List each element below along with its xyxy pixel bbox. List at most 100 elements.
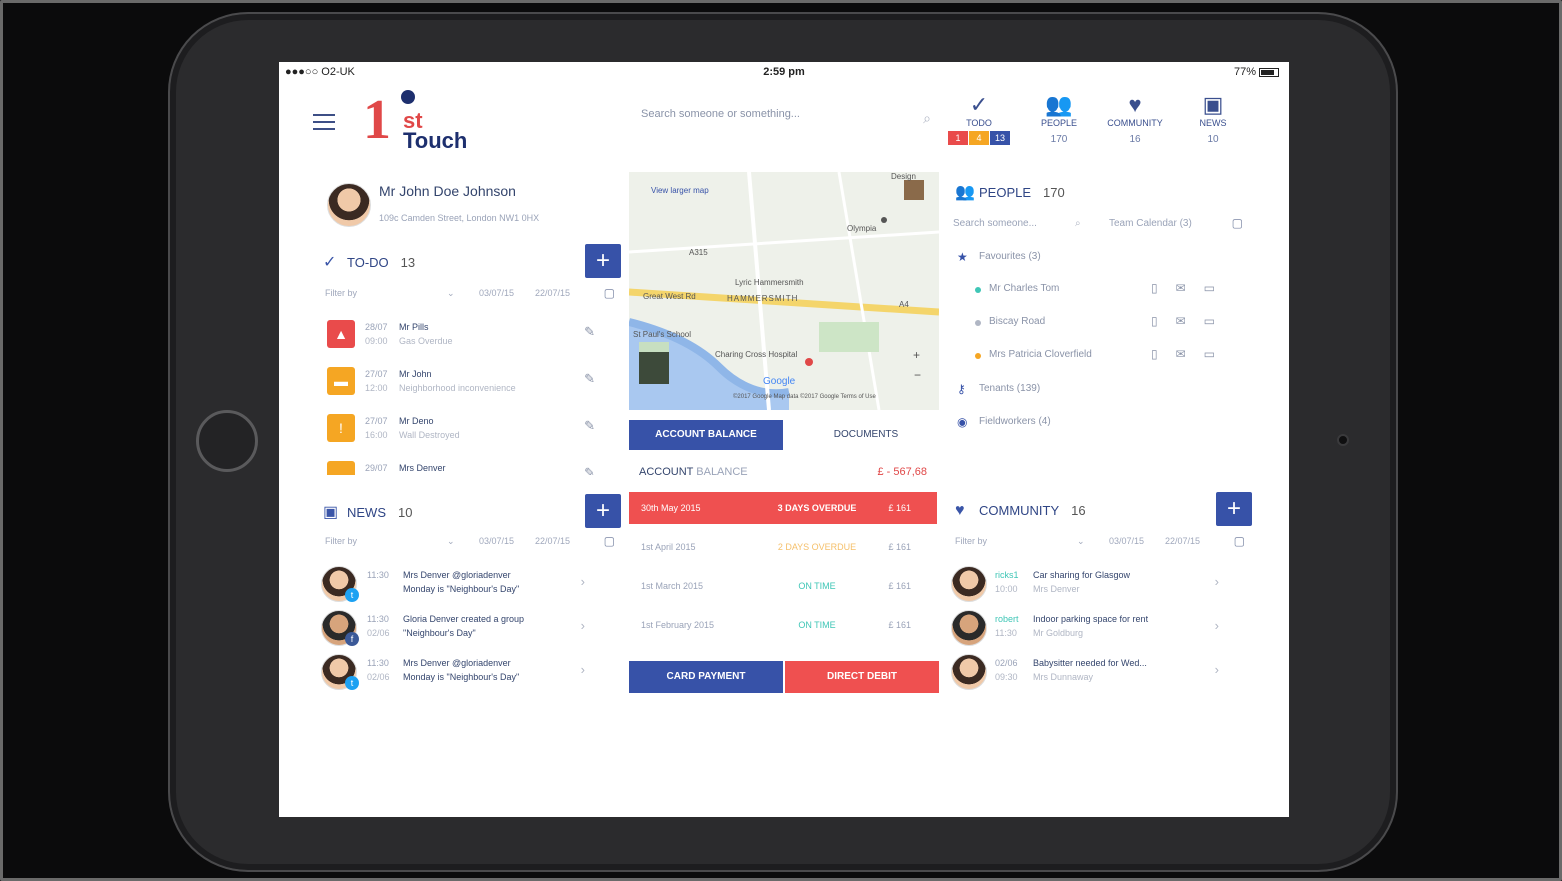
tab-documents[interactable]: DOCUMENTS xyxy=(793,420,939,450)
nav-todo[interactable]: ✓ TODO 1 4 13 xyxy=(944,92,1014,145)
contact-actions: ▯✉▭ xyxy=(1151,347,1233,361)
tab-account-balance[interactable]: ACCOUNT BALANCE xyxy=(629,420,783,450)
map-graphic xyxy=(629,172,939,410)
battery: 77% xyxy=(1234,66,1279,78)
status-bar: ●●●○○ O2-UK 2:59 pm 77% xyxy=(279,62,1289,82)
status-dot xyxy=(975,287,981,293)
news-filter[interactable]: Filter by ⌄ 03/07/15 22/07/15 ▢ xyxy=(325,534,615,552)
chevron-right-icon: › xyxy=(580,574,585,589)
news-header: ▣ NEWS 10 xyxy=(323,504,413,521)
chat-icon: ▬ xyxy=(327,461,355,475)
list-item[interactable]: ▲ 28/07 09:00 Mr Pills Gas Overdue ✎ xyxy=(325,314,605,361)
warning-icon: ! xyxy=(327,414,355,442)
map-view[interactable]: View larger map Olympia Lyric Hammersmit… xyxy=(629,172,939,410)
table-row[interactable]: 1st April 2015 2 DAYS OVERDUE £ 161 xyxy=(629,531,937,563)
people-search[interactable]: Search someone... ⌕ Team Calendar (3) ▢ xyxy=(953,216,1243,234)
profile-name: Mr John Doe Johnson xyxy=(379,183,516,199)
search-icon: ⌕ xyxy=(923,110,931,126)
camera xyxy=(1337,434,1349,446)
card-payment-button[interactable]: CARD PAYMENT xyxy=(629,661,783,693)
payment-buttons: CARD PAYMENT DIRECT DEBIT xyxy=(629,661,939,693)
balance-amount: £ - 567,68 xyxy=(877,466,927,478)
calendar-icon: ▢ xyxy=(603,534,615,548)
table-row[interactable]: 1st February 2015 ON TIME £ 161 xyxy=(629,609,937,641)
list-item[interactable]: t 11:30 Mrs Denver @gloriadenver Monday i… xyxy=(319,562,609,606)
todo-list: ▲ 28/07 09:00 Mr Pills Gas Overdue ✎ ▬ 27/… xyxy=(325,314,605,475)
tenants-group[interactable]: ⚷ Tenants (139) xyxy=(957,382,1247,402)
search-icon: ⌕ xyxy=(1075,218,1081,229)
table-row[interactable]: 30th May 2015 3 DAYS OVERDUE £ 161 xyxy=(629,492,937,524)
pencil-icon[interactable]: ✎ xyxy=(584,371,595,387)
status-dot xyxy=(975,353,981,359)
global-search-input[interactable]: Search someone or something... ⌕ xyxy=(641,108,931,130)
chevron-right-icon: › xyxy=(1214,662,1219,677)
fieldworkers-group[interactable]: ◉ Fieldworkers (4) xyxy=(957,415,1247,435)
status-dot xyxy=(975,320,981,326)
list-item[interactable]: ▬ 29/07 Mrs Denver ✎ xyxy=(325,455,605,475)
check-circle-icon: ✓ xyxy=(323,254,337,271)
globe-icon: ◉ xyxy=(957,415,968,429)
calendar-icon: ▢ xyxy=(1231,216,1243,230)
chevron-right-icon: › xyxy=(580,662,585,677)
avatar xyxy=(951,566,987,602)
pencil-icon[interactable]: ✎ xyxy=(584,324,595,340)
chat-icon: ▬ xyxy=(327,367,355,395)
zoom-in-button[interactable]: + xyxy=(913,348,920,362)
avatar xyxy=(327,183,371,227)
chevron-down-icon: ⌄ xyxy=(447,536,455,546)
nav-people[interactable]: 👥 PEOPLE 170 xyxy=(1024,92,1094,145)
todo-badges: 1 4 13 xyxy=(944,131,1014,145)
list-item[interactable]: ! 27/07 16:00 Mr Deno Wall Destroyed ✎ xyxy=(325,408,605,455)
nav-community[interactable]: ♥ COMMUNITY 16 xyxy=(1100,92,1170,145)
community-filter[interactable]: Filter by ⌄ 03/07/15 22/07/15 ▢ xyxy=(955,534,1245,552)
avatar xyxy=(951,654,987,690)
todo-header: ✓ TO-DO 13 xyxy=(323,254,416,271)
pencil-icon[interactable]: ✎ xyxy=(584,418,595,434)
favourites-group[interactable]: ★ Favourites (3) xyxy=(957,250,1247,270)
twitter-icon: t xyxy=(345,588,359,602)
home-button[interactable] xyxy=(196,410,258,472)
people-icon: 👥 xyxy=(955,184,975,201)
key-icon: ⚷ xyxy=(957,382,966,396)
list-item[interactable]: f 11:30 02/06 Gloria Denver created a gro… xyxy=(319,606,609,650)
list-item[interactable]: 02/06 09:30 Babysitter needed for Wed... M… xyxy=(949,650,1249,694)
check-circle-icon: ✓ xyxy=(969,92,989,117)
user-profile[interactable]: Mr John Doe Johnson 109c Camden Street, … xyxy=(319,177,599,233)
heart-icon: ♥ xyxy=(955,502,965,519)
team-calendar-link: Team Calendar (3) xyxy=(1109,218,1192,229)
account-tabs: ACCOUNT BALANCE DOCUMENTS xyxy=(629,420,939,450)
star-icon: ★ xyxy=(957,250,968,264)
contact-row[interactable]: Biscay Road ▯✉▭ xyxy=(975,314,1245,335)
contact-row[interactable]: Mr Charles Tom ▯✉▭ xyxy=(975,281,1245,302)
list-item[interactable]: ricks1 10:00 Car sharing for Glasgow Mrs D… xyxy=(949,562,1249,606)
calendar-icon: ▢ xyxy=(1233,534,1245,548)
twitter-icon: t xyxy=(345,676,359,690)
list-item[interactable]: robert 11:30 Indoor parking space for ren… xyxy=(949,606,1249,650)
pencil-icon[interactable]: ✎ xyxy=(584,465,595,475)
zoom-out-button[interactable]: − xyxy=(914,368,921,382)
news-list: t 11:30 Mrs Denver @gloriadenver Monday i… xyxy=(319,562,609,694)
contact-actions: ▯✉▭ xyxy=(1151,314,1233,328)
app-screen: ●●●○○ O2-UK 2:59 pm 77% 1 st Touch Searc… xyxy=(279,62,1289,817)
add-community-button[interactable]: + xyxy=(1216,492,1252,526)
contact-row[interactable]: Mrs Patricia Cloverfield ▯✉▭ xyxy=(975,347,1245,368)
todo-filter[interactable]: Filter by ⌄ 03/07/15 22/07/15 ▢ xyxy=(325,286,615,304)
profile-address: 109c Camden Street, London NW1 0HX xyxy=(379,213,540,223)
box-icon: ▣ xyxy=(1202,92,1224,117)
table-row[interactable]: 1st March 2015 ON TIME £ 161 xyxy=(629,570,937,602)
add-news-button[interactable]: + xyxy=(585,494,621,528)
heart-icon: ♥ xyxy=(1128,92,1142,117)
nav-news[interactable]: ▣ NEWS 10 xyxy=(1178,92,1248,145)
menu-icon[interactable] xyxy=(313,114,335,130)
calendar-icon: ▢ xyxy=(603,286,615,300)
list-item[interactable]: ▬ 27/07 12:00 Mr John Neighborhood inconve… xyxy=(325,361,605,408)
direct-debit-button[interactable]: DIRECT DEBIT xyxy=(785,661,939,693)
chevron-right-icon: › xyxy=(1214,574,1219,589)
avatar xyxy=(951,610,987,646)
add-todo-button[interactable]: + xyxy=(585,244,621,278)
account-balance-header: ACCOUNT BALANCE £ - 567,68 xyxy=(639,466,927,478)
community-list: ricks1 10:00 Car sharing for Glasgow Mrs D… xyxy=(949,562,1249,694)
list-item[interactable]: t 11:30 02/06 Mrs Denver @gloriadenver Mon… xyxy=(319,650,609,694)
facebook-icon: f xyxy=(345,632,359,646)
logo[interactable]: 1 st Touch xyxy=(363,90,473,153)
